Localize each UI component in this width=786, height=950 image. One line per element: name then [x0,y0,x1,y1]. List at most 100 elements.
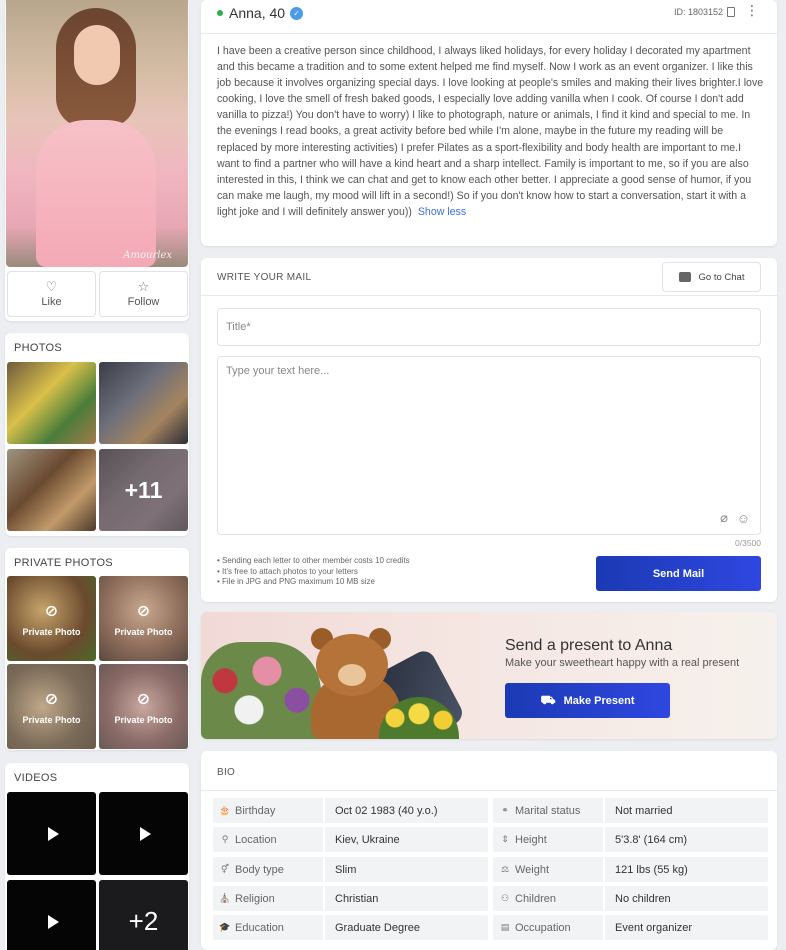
private-photo-thumb[interactable]: ⊘ Private Photo [99,576,188,661]
divider [201,790,777,791]
copy-icon[interactable] [727,7,735,17]
bio-value: Not married [605,798,768,823]
verified-check-icon: ✓ [290,6,304,20]
bio-row-children: ⚇ Children No children [493,886,768,911]
more-options-icon[interactable]: ⋮ [745,3,759,17]
bio-label: ⚥ Body type [213,857,323,882]
video-thumb[interactable] [7,792,96,875]
bio-row-location: ⚲ Location Kiev, Ukraine [213,827,488,852]
bio-row-birthday: 🎂 Birthday Oct 02 1983 (40 y.o.) [213,798,488,823]
about-card: Anna, 40 ✓ ID: 1803152 ⋮ I have been a c… [201,0,777,246]
present-subtitle: Make your sweetheart happy with a real p… [505,657,740,669]
video-thumb[interactable] [7,880,96,950]
profile-header: Anna, 40 ✓ [217,5,304,21]
char-counter: 0/3500 [735,538,761,548]
send-mail-button[interactable]: Send Mail [596,556,761,591]
go-to-chat-label: Go to Chat [698,271,745,283]
bio-row-weight: ⚖ Weight 121 lbs (55 kg) [493,857,768,882]
chat-bubble-icon [678,272,691,282]
teddy-bear-snout [338,664,366,686]
bio-title: BIO [217,767,236,778]
private-photo-thumb[interactable]: ⊘ Private Photo [7,576,96,661]
gift-truck-icon: ⛟ [540,692,556,707]
bio-value: Oct 02 1983 (40 y.o.) [325,798,488,823]
bio-value: Slim [325,857,488,882]
photo-face [74,25,120,85]
play-icon [140,826,151,841]
mail-note: • File in JPG and PNG maximum 10 MB size [217,577,375,586]
bio-label-text: Location [235,833,277,846]
profile-id: ID: 1803152 [674,7,735,17]
private-photo-thumb[interactable]: ⊘ Private Photo [99,664,188,749]
mail-note: • Sending each letter to other member co… [217,556,410,565]
make-present-button[interactable]: ⛟ Make Present [505,683,670,718]
profile-id-label: ID: 1803152 [673,7,723,17]
bio-value: No children [605,886,768,911]
scale-icon: ⚖ [500,864,510,874]
photo-thumb[interactable] [7,362,96,444]
private-photo-thumb[interactable]: ⊘ Private Photo [7,664,96,749]
person-icon: ⚥ [220,864,230,874]
bio-value: 5'3.8' (164 cm) [605,827,768,852]
bio-label: ⚖ Weight [493,857,603,882]
photo-thumb-more[interactable]: +11 [99,449,188,531]
bio-label-text: Body type [235,863,284,876]
private-photo-label: Private Photo [22,626,81,637]
bio-label-text: Children [515,892,556,905]
mail-title-placeholder: Title* [226,321,251,333]
heart-icon: ♡ [45,279,58,294]
bio-label: 🎓 Education [213,915,323,940]
bio-label: 🎂 Birthday [213,798,323,823]
mail-notes: • Sending each letter to other member co… [217,556,410,588]
like-button[interactable]: ♡ Like [7,271,96,317]
graduation-cap-icon: 🎓 [219,922,231,932]
more-photos-count: +11 [99,449,188,531]
emoji-icon[interactable]: ☺ [737,511,750,526]
eye-off-icon: ⊘ [136,690,151,708]
private-photo-label: Private Photo [114,626,173,637]
profile-card: Amourlex ♡ Like ☆ Follow [5,0,189,321]
cake-icon: 🎂 [219,805,231,815]
paperclip-icon[interactable]: ⌀ [720,510,728,526]
children-icon: ⚇ [500,893,510,903]
bio-label: ▤ Occupation [493,915,603,940]
mail-text-area[interactable]: Type your text here... ⌀ ☺ [217,356,761,535]
bio-label-text: Marital status [515,804,581,817]
private-photo-label: Private Photo [114,714,173,725]
profile-photo[interactable]: Amourlex [6,0,188,267]
eye-off-icon: ⊘ [44,602,59,620]
religion-icon: ⛪ [219,893,231,903]
rings-icon: ⚭ [501,805,509,815]
star-icon: ☆ [137,279,150,294]
video-thumb-more[interactable]: +2 [99,880,188,950]
video-thumb[interactable] [99,792,188,875]
follow-button[interactable]: ☆ Follow [99,271,188,317]
mail-title-input[interactable]: Title* [217,308,761,346]
photos-title: PHOTOS [14,342,63,354]
bio-row-marital-status: ⚭ Marital status Not married [493,798,768,823]
about-text: I have been a creative person since chil… [217,43,765,220]
present-title: Send a present to Anna [505,637,673,654]
photo-dress [36,120,156,267]
go-to-chat-button[interactable]: Go to Chat [662,262,761,292]
photo-thumb[interactable] [99,362,188,444]
bio-label-text: Birthday [235,804,276,817]
divider [201,33,777,34]
follow-label: Follow [127,296,160,308]
bio-label-text: Education [235,921,284,934]
bio-label-text: Height [515,833,547,846]
bio-value: Graduate Degree [325,915,488,940]
show-less-link[interactable]: Show less [418,206,466,218]
bio-label: ⚲ Location [213,827,323,852]
bio-label: ⇕ Height [493,827,603,852]
location-pin-icon: ⚲ [221,834,229,844]
mail-header: WRITE YOUR MAIL Go to Chat [201,258,777,296]
play-icon [48,826,59,841]
bio-row-body-type: ⚥ Body type Slim [213,857,488,882]
present-banner: Send a present to Anna Make your sweethe… [201,612,777,739]
bio-value: Christian [325,886,488,911]
bio-row-education: 🎓 Education Graduate Degree [213,915,488,940]
photo-thumb[interactable] [7,449,96,531]
photo-watermark: Amourlex [123,250,172,261]
briefcase-icon: ▤ [500,922,510,932]
